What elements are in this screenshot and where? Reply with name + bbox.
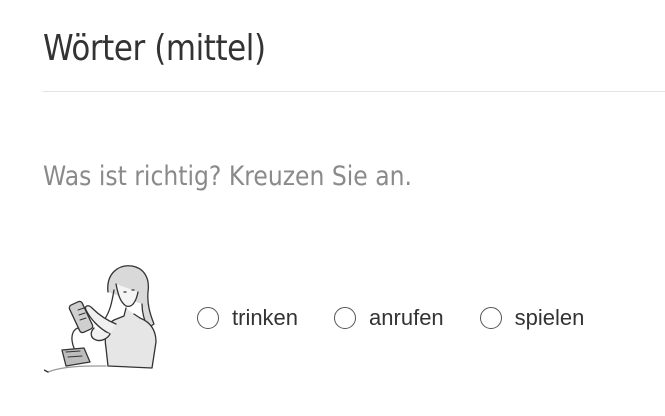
woman-using-phone-illustration (43, 262, 166, 378)
title-divider (43, 91, 665, 92)
option-label: anrufen (369, 305, 444, 330)
radio-button-spielen[interactable] (479, 307, 502, 329)
exercise-instruction: Was ist richtig? Kreuzen Sie an. (43, 161, 412, 192)
exercise-page: Wörter (mittel) Was ist richtig? Kreuzen… (0, 0, 665, 416)
option-label: spielen (514, 305, 585, 330)
option-label: trinken (232, 305, 299, 330)
exercise-title: Wörter (mittel) (43, 28, 266, 69)
answer-options: trinken anrufen spielen (197, 305, 620, 331)
option-spielen[interactable]: spielen (479, 305, 585, 331)
option-trinken[interactable]: trinken (197, 305, 298, 331)
option-anrufen[interactable]: anrufen (334, 305, 444, 331)
radio-button-trinken[interactable] (197, 307, 219, 329)
radio-button-anrufen[interactable] (334, 307, 357, 329)
